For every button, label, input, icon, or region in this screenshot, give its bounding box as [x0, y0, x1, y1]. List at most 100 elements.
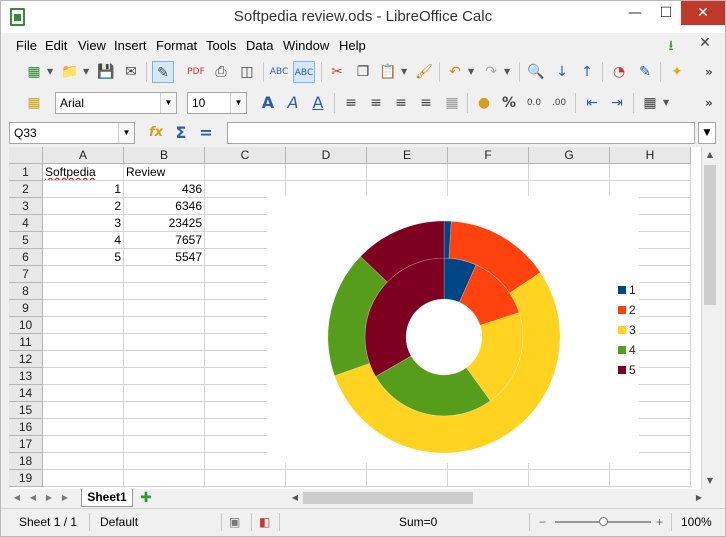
- close-document-icon[interactable]: ✕: [695, 35, 715, 53]
- row-header-9[interactable]: 9: [9, 300, 43, 317]
- vertical-scroll-thumb[interactable]: [704, 165, 716, 305]
- scroll-up-icon[interactable]: ▲: [702, 147, 718, 163]
- cell-e19[interactable]: [367, 470, 448, 487]
- cell-b1[interactable]: Review: [124, 164, 205, 181]
- toolbar-overflow-icon[interactable]: »: [705, 65, 713, 79]
- function-equals-icon[interactable]: =: [195, 122, 217, 144]
- row-header-12[interactable]: 12: [9, 351, 43, 368]
- column-header-a[interactable]: A: [43, 147, 124, 164]
- row-header-13[interactable]: 13: [9, 368, 43, 385]
- cell-a11[interactable]: [43, 334, 124, 351]
- zoom-slider[interactable]: [555, 517, 651, 526]
- maximize-button[interactable]: ☐: [649, 1, 683, 25]
- name-box-dropdown-icon[interactable]: ▼: [118, 123, 134, 143]
- formula-input[interactable]: [227, 122, 695, 144]
- scroll-left-icon[interactable]: ◀: [287, 490, 303, 506]
- update-download-icon[interactable]: ⭳: [661, 35, 681, 54]
- font-name-box[interactable]: Arial ▼: [55, 92, 177, 114]
- cell-b5[interactable]: 7657: [124, 232, 205, 249]
- cell-a19[interactable]: [43, 470, 124, 487]
- font-size-dropdown-icon[interactable]: ▼: [230, 93, 246, 113]
- percent-format-icon[interactable]: %: [498, 92, 520, 114]
- clone-formatting-icon[interactable]: 🖌: [413, 61, 435, 83]
- cell-a4[interactable]: 3: [43, 215, 124, 232]
- paste-dropdown-icon[interactable]: ▼: [401, 67, 407, 76]
- cell-g1[interactable]: [529, 164, 610, 181]
- row-header-17[interactable]: 17: [9, 436, 43, 453]
- find-replace-icon[interactable]: 🔍: [525, 61, 547, 83]
- menu-file[interactable]: File: [16, 38, 37, 53]
- paste-icon[interactable]: 📋: [377, 61, 399, 83]
- styles-icon[interactable]: ▦: [23, 92, 45, 114]
- insert-image-icon[interactable]: ✎: [634, 61, 656, 83]
- row-header-16[interactable]: 16: [9, 419, 43, 436]
- print-preview-icon[interactable]: ◫: [236, 61, 258, 83]
- first-sheet-icon[interactable]: ◀: [11, 491, 23, 505]
- email-icon[interactable]: ✉: [120, 61, 142, 83]
- cell-a6[interactable]: 5: [43, 249, 124, 266]
- cell-a7[interactable]: [43, 266, 124, 283]
- column-header-h[interactable]: H: [610, 147, 691, 164]
- open-dropdown-icon[interactable]: ▼: [83, 67, 89, 76]
- insert-chart-icon[interactable]: ◔: [608, 61, 630, 83]
- zoom-out-icon[interactable]: −: [539, 515, 546, 529]
- sheet-tab-sheet1[interactable]: Sheet1: [81, 489, 133, 507]
- export-pdf-icon[interactable]: PDF: [185, 61, 207, 83]
- justify-icon[interactable]: ≡: [415, 92, 437, 114]
- cell-b8[interactable]: [124, 283, 205, 300]
- horizontal-scroll-thumb[interactable]: [303, 492, 473, 504]
- add-decimal-icon[interactable]: .00: [548, 92, 570, 114]
- cell-b10[interactable]: [124, 317, 205, 334]
- cell-a1[interactable]: Softpedia: [43, 164, 124, 181]
- font-size-box[interactable]: 10 ▼: [187, 92, 247, 114]
- cell-h1[interactable]: [610, 164, 691, 181]
- cell-c1[interactable]: [205, 164, 286, 181]
- row-header-11[interactable]: 11: [9, 334, 43, 351]
- row-header-14[interactable]: 14: [9, 385, 43, 402]
- cell-a5[interactable]: 4: [43, 232, 124, 249]
- cell-a13[interactable]: [43, 368, 124, 385]
- previous-sheet-icon[interactable]: ◀: [27, 491, 39, 505]
- name-box[interactable]: Q33 ▼: [9, 122, 135, 144]
- increase-indent-icon[interactable]: ⇥: [606, 92, 628, 114]
- edit-mode-icon[interactable]: ✎: [152, 61, 174, 83]
- open-folder-icon[interactable]: 📁: [59, 61, 81, 83]
- sort-ascending-icon[interactable]: ↓: [551, 61, 573, 83]
- borders-dropdown-icon[interactable]: ▼: [663, 98, 669, 107]
- cell-a18[interactable]: [43, 453, 124, 470]
- font-name-dropdown-icon[interactable]: ▼: [160, 93, 176, 113]
- menu-edit[interactable]: Edit: [45, 38, 67, 53]
- expand-formula-icon[interactable]: ▼: [698, 122, 716, 144]
- italic-icon[interactable]: A: [282, 92, 304, 114]
- minimize-button[interactable]: —: [618, 1, 652, 25]
- undo-dropdown-icon[interactable]: ▼: [468, 67, 474, 76]
- toolbar-overflow-icon[interactable]: »: [705, 96, 713, 110]
- row-header-10[interactable]: 10: [9, 317, 43, 334]
- row-header-8[interactable]: 8: [9, 283, 43, 300]
- scroll-right-icon[interactable]: ▶: [691, 490, 707, 506]
- cell-b18[interactable]: [124, 453, 205, 470]
- undo-icon[interactable]: ↶: [444, 61, 466, 83]
- row-header-2[interactable]: 2: [9, 181, 43, 198]
- vertical-scrollbar[interactable]: ▲ ▼: [701, 147, 717, 489]
- redo-dropdown-icon[interactable]: ▼: [504, 67, 510, 76]
- cell-a12[interactable]: [43, 351, 124, 368]
- menu-insert[interactable]: Insert: [114, 38, 147, 53]
- cut-icon[interactable]: ✂: [326, 61, 348, 83]
- cell-b16[interactable]: [124, 419, 205, 436]
- add-sheet-icon[interactable]: ✚: [135, 490, 157, 506]
- new-document-icon[interactable]: ▦: [23, 61, 45, 83]
- next-sheet-icon[interactable]: ▶: [43, 491, 55, 505]
- menu-help[interactable]: Help: [339, 38, 366, 53]
- cell-b4[interactable]: 23425: [124, 215, 205, 232]
- cell-h19[interactable]: [610, 470, 691, 487]
- column-header-f[interactable]: F: [448, 147, 529, 164]
- row-header-19[interactable]: 19: [9, 470, 43, 487]
- column-header-c[interactable]: C: [205, 147, 286, 164]
- sum-icon[interactable]: Σ: [170, 122, 192, 144]
- autospellcheck-icon[interactable]: ABC: [293, 61, 315, 83]
- cell-f1[interactable]: [448, 164, 529, 181]
- menu-view[interactable]: View: [78, 38, 106, 53]
- merge-cells-icon[interactable]: ▦: [441, 92, 463, 114]
- currency-format-icon[interactable]: ●: [473, 92, 495, 114]
